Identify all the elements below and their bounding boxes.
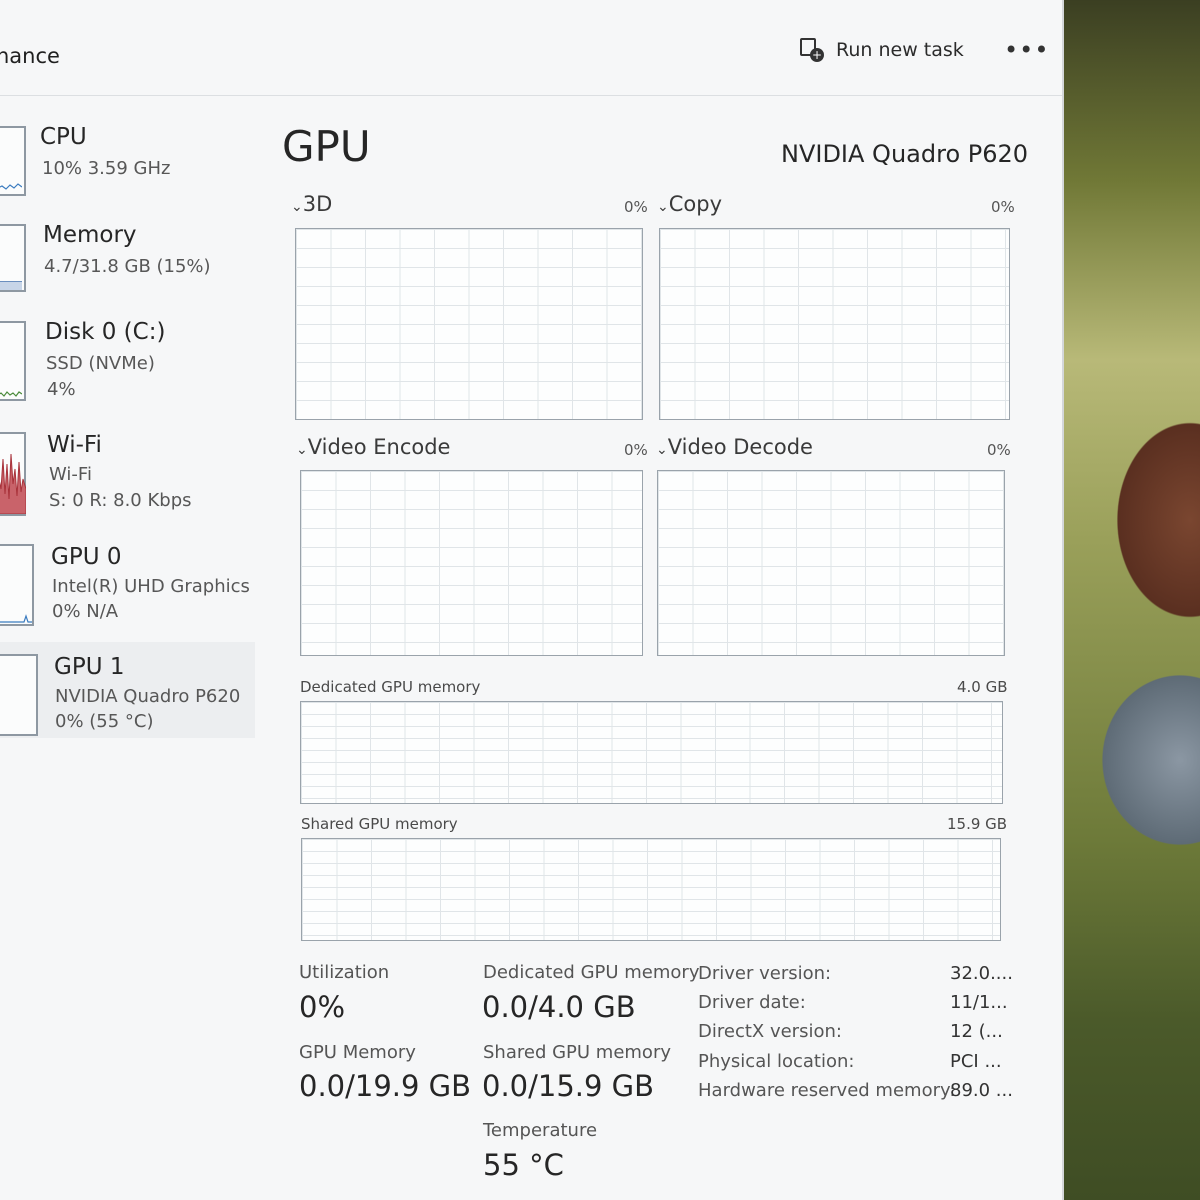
shared-memory-graph-label: Shared GPU memory <box>301 815 458 833</box>
utilization-value: 0% <box>299 990 346 1024</box>
sidebar-item-gpu-1[interactable]: GPU 1 NVIDIA Quadro P620 0% (55 °C) <box>0 642 255 738</box>
sidebar-item-memory[interactable]: Memory 4.7/31.8 GB (15%) <box>0 220 255 300</box>
chevron-down-icon: ⌄ <box>656 442 668 458</box>
dedicated-memory-value: 0.0/4.0 GB <box>482 990 636 1024</box>
engine-3d-pct: 0% <box>624 198 648 216</box>
cpu-thumbnail-graph <box>0 126 26 196</box>
sidebar-item-name: Memory <box>43 222 137 248</box>
physical-location-label: Physical location: <box>698 1051 855 1072</box>
run-task-icon: + <box>800 38 824 62</box>
engine-video-decode-graph <box>657 470 1005 656</box>
sidebar-item-name: Disk 0 (C:) <box>45 319 166 345</box>
sidebar-item-detail: Intel(R) UHD Graphics <box>52 576 250 597</box>
engine-copy-pct: 0% <box>991 198 1015 216</box>
engine-3d-selector[interactable]: ⌄3D <box>291 192 332 216</box>
more-options-icon[interactable]: ••• <box>1004 36 1049 64</box>
shared-memory-graph <box>301 838 1001 941</box>
dedicated-memory-graph-label: Dedicated GPU memory <box>300 678 481 696</box>
temperature-label: Temperature <box>483 1120 598 1141</box>
sidebar-item-name: GPU 0 <box>51 544 122 570</box>
physical-location-value: PCI ... <box>950 1051 1002 1072</box>
engine-video-decode-pct: 0% <box>987 441 1011 459</box>
sidebar-item-name: GPU 1 <box>54 654 125 680</box>
memory-thumbnail-graph <box>0 224 26 292</box>
sidebar-item-disk-0[interactable]: Disk 0 (C:) SSD (NVMe) 4% <box>0 317 255 407</box>
dedicated-memory-label: Dedicated GPU memory <box>483 962 700 983</box>
sidebar-item-gpu-0[interactable]: GPU 0 Intel(R) UHD Graphics 0% N/A <box>0 542 255 632</box>
run-new-task-label: Run new task <box>836 39 964 61</box>
shared-memory-graph-max: 15.9 GB <box>947 815 1008 833</box>
hardware-reserved-memory-value: 89.0 ... <box>950 1080 1013 1101</box>
disk-thumbnail-graph <box>0 321 26 401</box>
sidebar-item-wifi[interactable]: Wi-Fi Wi-Fi S: 0 R: 8.0 Kbps <box>0 430 255 520</box>
engine-3d-graph <box>295 228 643 420</box>
chevron-down-icon: ⌄ <box>291 199 303 215</box>
sidebar-item-detail: 10% 3.59 GHz <box>42 158 171 179</box>
sidebar-item-name: CPU <box>40 124 87 150</box>
title-bar: nance + Run new task ••• <box>0 0 1062 96</box>
task-manager-window: nance + Run new task ••• CPU 10% 3.59 GH… <box>0 0 1064 1200</box>
shared-memory-value: 0.0/15.9 GB <box>482 1069 655 1103</box>
page-title: nance <box>0 44 60 68</box>
sidebar-item-usage: 4% <box>47 379 76 400</box>
sidebar-item-usage: 0% (55 °C) <box>55 711 154 732</box>
shared-memory-label: Shared GPU memory <box>483 1042 671 1063</box>
run-new-task-button[interactable]: + Run new task <box>800 38 964 62</box>
hardware-reserved-memory-label: Hardware reserved memory: <box>698 1080 956 1101</box>
engine-copy-graph <box>659 228 1010 420</box>
driver-date-label: Driver date: <box>698 992 806 1013</box>
directx-version-label: DirectX version: <box>698 1021 842 1042</box>
wifi-thumbnail-graph <box>0 432 26 516</box>
gpu-device-name: NVIDIA Quadro P620 <box>781 140 1029 168</box>
utilization-label: Utilization <box>299 962 390 983</box>
engine-video-decode-selector[interactable]: ⌄Video Decode <box>656 435 813 459</box>
chevron-down-icon: ⌄ <box>657 199 669 215</box>
sidebar-item-detail: Wi-Fi <box>49 464 92 485</box>
desktop-background <box>1040 0 1200 1200</box>
sidebar-item-detail: 4.7/31.8 GB (15%) <box>44 256 211 277</box>
sidebar-item-cpu[interactable]: CPU 10% 3.59 GHz <box>0 122 255 202</box>
gpu1-thumbnail-graph <box>0 654 38 736</box>
sidebar-item-detail: NVIDIA Quadro P620 <box>55 686 241 707</box>
driver-version-value: 32.0.... <box>950 963 1013 984</box>
engine-video-encode-graph <box>300 470 643 656</box>
chevron-down-icon: ⌄ <box>296 442 308 458</box>
dedicated-memory-graph <box>300 701 1003 804</box>
temperature-value: 55 °C <box>483 1148 564 1182</box>
engine-video-encode-pct: 0% <box>624 441 648 459</box>
engine-copy-selector[interactable]: ⌄Copy <box>657 192 722 216</box>
driver-version-label: Driver version: <box>698 963 832 984</box>
driver-date-value: 11/1... <box>950 992 1008 1013</box>
gpu-memory-label: GPU Memory <box>299 1042 416 1063</box>
sidebar-item-usage: 0% N/A <box>52 601 119 622</box>
gpu-heading: GPU <box>282 122 371 171</box>
sidebar-item-detail: SSD (NVMe) <box>46 353 155 374</box>
directx-version-value: 12 (... <box>950 1021 1003 1042</box>
engine-video-encode-selector[interactable]: ⌄Video Encode <box>296 435 450 459</box>
sidebar-item-usage: S: 0 R: 8.0 Kbps <box>49 490 192 511</box>
gpu0-thumbnail-graph <box>0 544 34 626</box>
gpu-memory-value: 0.0/19.9 GB <box>299 1069 472 1103</box>
sidebar-item-name: Wi-Fi <box>47 432 102 458</box>
dedicated-memory-graph-max: 4.0 GB <box>957 678 1008 696</box>
